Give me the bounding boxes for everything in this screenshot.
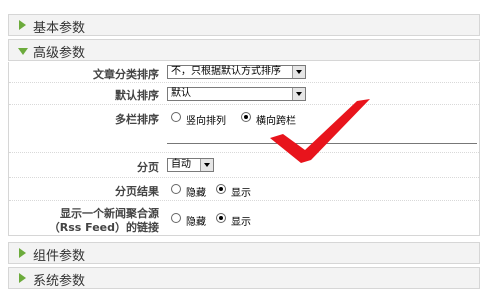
rss-feed-hide-radio[interactable] <box>171 213 181 223</box>
section-component-title: 组件参数 <box>33 249 86 264</box>
row-multicolumn: 多栏排序 竖向排列 横向跨栏 <box>9 105 479 153</box>
section-basic-header[interactable]: 基本参数 <box>8 14 480 36</box>
pagination-select[interactable]: 自动 <box>167 158 214 172</box>
dropdown-arrow-icon <box>292 88 305 100</box>
row-article-sort: 文章分类排序 不，只根据默认方式排序 <box>9 62 479 83</box>
row-rss-feed: 显示一个新闻聚合源 （Rss Feed）的链接 隐藏 显示 <box>9 201 479 235</box>
expand-triangle-icon <box>19 20 26 30</box>
rss-feed-show-label: 显示 <box>231 217 251 228</box>
pagination-results-show-label: 显示 <box>231 188 251 199</box>
default-sort-value: 默认 <box>171 88 191 99</box>
collapse-triangle-icon <box>18 48 28 55</box>
multicolumn-vertical-label: 竖向排列 <box>186 116 226 127</box>
row-pagination-results: 分页结果 隐藏 显示 <box>9 178 479 201</box>
pagination-results-hide-label: 隐藏 <box>186 188 206 199</box>
section-system-title: 系统参数 <box>33 274 86 289</box>
rss-feed-label-line2: （Rss Feed）的链接 <box>48 221 159 234</box>
dropdown-arrow-icon <box>292 66 305 78</box>
default-sort-select[interactable]: 默认 <box>167 87 306 101</box>
multicolumn-horizontal-radio[interactable] <box>241 112 251 122</box>
expand-triangle-icon <box>19 248 26 258</box>
separator-line <box>167 143 477 144</box>
row-pagination: 分页 自动 <box>9 153 479 178</box>
section-component-header[interactable]: 组件参数 <box>8 242 480 264</box>
default-sort-label: 默认排序 <box>115 89 159 102</box>
section-system-header[interactable]: 系统参数 <box>8 267 480 289</box>
multicolumn-label: 多栏排序 <box>115 113 159 126</box>
rss-feed-hide-label: 隐藏 <box>186 217 206 228</box>
article-sort-label: 文章分类排序 <box>93 68 159 81</box>
row-default-sort: 默认排序 默认 <box>9 83 479 105</box>
pagination-results-show-radio[interactable] <box>216 184 226 194</box>
dropdown-arrow-icon <box>200 159 213 171</box>
expand-triangle-icon <box>19 273 26 283</box>
multicolumn-vertical-radio[interactable] <box>171 112 181 122</box>
pagination-label: 分页 <box>137 161 159 174</box>
article-sort-value: 不，只根据默认方式排序 <box>171 66 281 77</box>
article-sort-select[interactable]: 不，只根据默认方式排序 <box>167 65 306 79</box>
section-basic-title: 基本参数 <box>33 21 86 36</box>
section-advanced-title: 高级参数 <box>33 46 86 61</box>
multicolumn-horizontal-label: 横向跨栏 <box>256 116 296 127</box>
pagination-results-label: 分页结果 <box>115 185 159 198</box>
pagination-value: 自动 <box>171 159 191 170</box>
pagination-results-hide-radio[interactable] <box>171 184 181 194</box>
section-advanced-header[interactable]: 高级参数 <box>8 39 480 61</box>
advanced-parameters-panel: 文章分类排序 不，只根据默认方式排序 默认排序 默认 多栏排序 竖向排列 横向跨… <box>8 62 480 236</box>
rss-feed-show-radio[interactable] <box>216 213 226 223</box>
